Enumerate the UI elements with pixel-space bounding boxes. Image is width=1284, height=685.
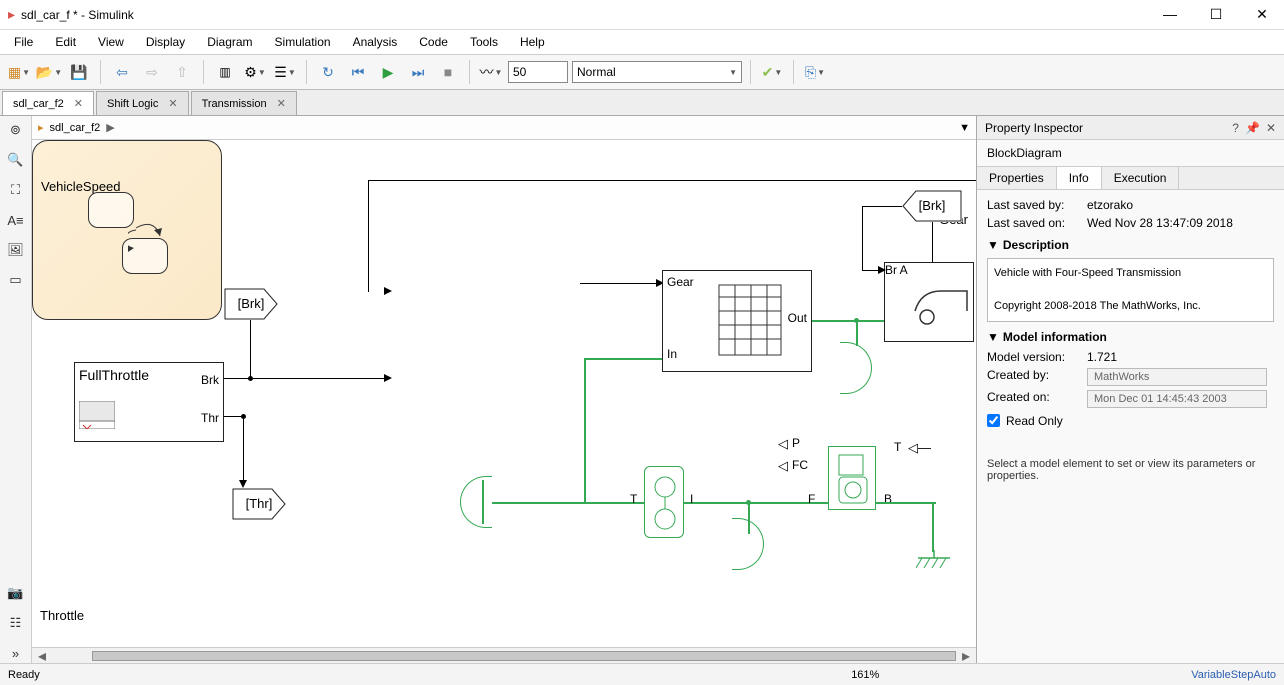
- inspector-object: BlockDiagram: [977, 140, 1284, 166]
- minimize-button[interactable]: —: [1156, 6, 1184, 23]
- menu-file[interactable]: File: [4, 33, 43, 51]
- menu-display[interactable]: Display: [136, 33, 195, 51]
- title-bar: ▸ sdl_car_f * - Simulink — ☐ ✕: [0, 0, 1284, 30]
- created-by-field: MathWorks: [1087, 368, 1267, 386]
- tab-execution[interactable]: Execution: [1102, 167, 1180, 189]
- fit-icon[interactable]: ⛶: [6, 180, 26, 200]
- model-canvas[interactable]: FullThrottle Brk Thr [Brk]: [32, 140, 976, 647]
- block-shift-logic[interactable]: VehicleSpeed Gear Throttle: [32, 140, 222, 320]
- model-explorer-button[interactable]: ☰▼: [272, 59, 298, 85]
- vehicle-icon: [911, 281, 971, 331]
- block-torque-sensor[interactable]: [644, 466, 684, 538]
- breadcrumb: ▸ sdl_car_f2 ▶ ▼: [32, 116, 976, 140]
- maximize-button[interactable]: ☐: [1202, 6, 1230, 23]
- list-icon[interactable]: ☷: [6, 613, 26, 633]
- help-icon[interactable]: ?: [1232, 121, 1239, 135]
- deploy-button[interactable]: ⎘▼: [802, 59, 828, 85]
- signal-builder-icon: [79, 401, 115, 435]
- fast-restart-button[interactable]: ↻: [315, 59, 341, 85]
- chevron-down-icon[interactable]: ▼: [987, 330, 999, 344]
- status-solver[interactable]: VariableStepAuto: [1191, 669, 1276, 681]
- save-button[interactable]: 💾: [66, 59, 92, 85]
- annotation-icon[interactable]: A≡: [6, 210, 26, 230]
- tab-info[interactable]: Info: [1057, 167, 1102, 189]
- horizontal-scrollbar[interactable]: ◂ ▸: [32, 647, 976, 663]
- app-icon: ▸: [8, 6, 15, 23]
- chevron-right-icon: ▶: [106, 121, 114, 134]
- simulation-mode-select[interactable]: Normal▼: [572, 61, 742, 83]
- step-forward-button[interactable]: ⏭: [405, 59, 431, 85]
- hide-nav-icon[interactable]: ⊚: [6, 120, 26, 140]
- scrollbar-thumb[interactable]: [92, 651, 956, 661]
- tab-sdl-car-f2[interactable]: sdl_car_f2✕: [2, 91, 94, 115]
- tab-shift-logic[interactable]: Shift Logic✕: [96, 91, 189, 115]
- menu-edit[interactable]: Edit: [45, 33, 86, 51]
- chevron-down-icon[interactable]: ▼: [987, 238, 999, 252]
- model-config-button[interactable]: ⚙▼: [242, 59, 268, 85]
- library-browser-button[interactable]: ▥: [212, 59, 238, 85]
- zoom-icon[interactable]: 🔍: [6, 150, 26, 170]
- inspector-title: Property Inspector: [985, 121, 1226, 135]
- created-on-field: Mon Dec 01 14:45:43 2003: [1087, 390, 1267, 408]
- model-tab-bar: sdl_car_f2✕ Shift Logic✕ Transmission✕: [0, 90, 1284, 116]
- menu-diagram[interactable]: Diagram: [197, 33, 262, 51]
- viewmark-icon[interactable]: ▭: [6, 270, 26, 290]
- close-icon[interactable]: ✕: [1266, 121, 1276, 135]
- menu-help[interactable]: Help: [510, 33, 555, 51]
- tab-properties[interactable]: Properties: [977, 167, 1057, 189]
- read-only-checkbox[interactable]: Read Only: [987, 414, 1274, 428]
- step-back-button[interactable]: ⏮: [345, 59, 371, 85]
- description-box: Vehicle with Four-Speed Transmission Cop…: [987, 258, 1274, 322]
- breadcrumb-root[interactable]: sdl_car_f2: [50, 122, 101, 134]
- open-button[interactable]: 📂▼: [36, 59, 62, 85]
- run-button[interactable]: ▶: [375, 59, 401, 85]
- close-icon[interactable]: ✕: [277, 97, 286, 110]
- menu-tools[interactable]: Tools: [460, 33, 508, 51]
- block-engine[interactable]: [828, 446, 876, 510]
- window-title: sdl_car_f * - Simulink: [21, 8, 1156, 22]
- pin-icon[interactable]: 📌: [1245, 121, 1260, 135]
- tab-transmission[interactable]: Transmission✕: [191, 91, 297, 115]
- close-icon[interactable]: ✕: [74, 97, 83, 110]
- block-fullthrottle[interactable]: FullThrottle Brk Thr: [74, 362, 224, 442]
- up-button[interactable]: ⇧: [169, 59, 195, 85]
- block-goto-thr[interactable]: [Thr]: [232, 488, 286, 520]
- status-bar: Ready 161% VariableStepAuto: [0, 663, 1284, 685]
- new-model-button[interactable]: ▦▼: [6, 59, 32, 85]
- menu-simulation[interactable]: Simulation: [265, 33, 341, 51]
- mech-ref-left[interactable]: [460, 476, 492, 528]
- chevron-down-icon[interactable]: ▼: [959, 122, 970, 134]
- block-from-brk[interactable]: [Brk]: [902, 190, 962, 222]
- image-icon[interactable]: 🖼: [6, 240, 26, 260]
- toolbar: ▦▼ 📂▼ 💾 ⇦ ⇨ ⇧ ▥ ⚙▼ ☰▼ ↻ ⏮ ▶ ⏭ ■ 〰▼ Norma…: [0, 54, 1284, 90]
- stop-time-input[interactable]: [508, 61, 568, 83]
- build-button[interactable]: ✔▼: [759, 59, 785, 85]
- block-goto-brk[interactable]: [Brk]: [224, 288, 278, 320]
- palette-bar: ⊚ 🔍 ⛶ A≡ 🖼 ▭ 📷 ☷ »: [0, 116, 32, 663]
- back-button[interactable]: ⇦: [109, 59, 135, 85]
- forward-button[interactable]: ⇨: [139, 59, 165, 85]
- close-icon[interactable]: ✕: [168, 97, 177, 110]
- menu-view[interactable]: View: [88, 33, 134, 51]
- pin-icon[interactable]: ▸: [38, 121, 44, 134]
- block-transmission[interactable]: Gear In Out: [662, 270, 812, 372]
- screenshot-icon[interactable]: 📷: [6, 583, 26, 603]
- block-gear-coupling[interactable]: [840, 342, 872, 394]
- block-vehicle[interactable]: Br A: [884, 262, 974, 342]
- property-inspector-panel: Property Inspector ? 📌 ✕ BlockDiagram Pr…: [976, 116, 1284, 663]
- inspector-hint: Select a model element to set or view it…: [987, 458, 1274, 482]
- menu-bar: File Edit View Display Diagram Simulatio…: [0, 30, 1284, 54]
- expand-icon[interactable]: »: [6, 643, 26, 663]
- gearbox-icon: [715, 277, 795, 367]
- status-zoom[interactable]: 161%: [851, 669, 1191, 681]
- stop-button[interactable]: ■: [435, 59, 461, 85]
- mech-ground-icon[interactable]: [916, 550, 952, 574]
- close-button[interactable]: ✕: [1248, 6, 1276, 23]
- status-ready: Ready: [8, 669, 40, 681]
- record-button[interactable]: 〰▼: [478, 59, 504, 85]
- menu-code[interactable]: Code: [409, 33, 458, 51]
- menu-analysis[interactable]: Analysis: [343, 33, 408, 51]
